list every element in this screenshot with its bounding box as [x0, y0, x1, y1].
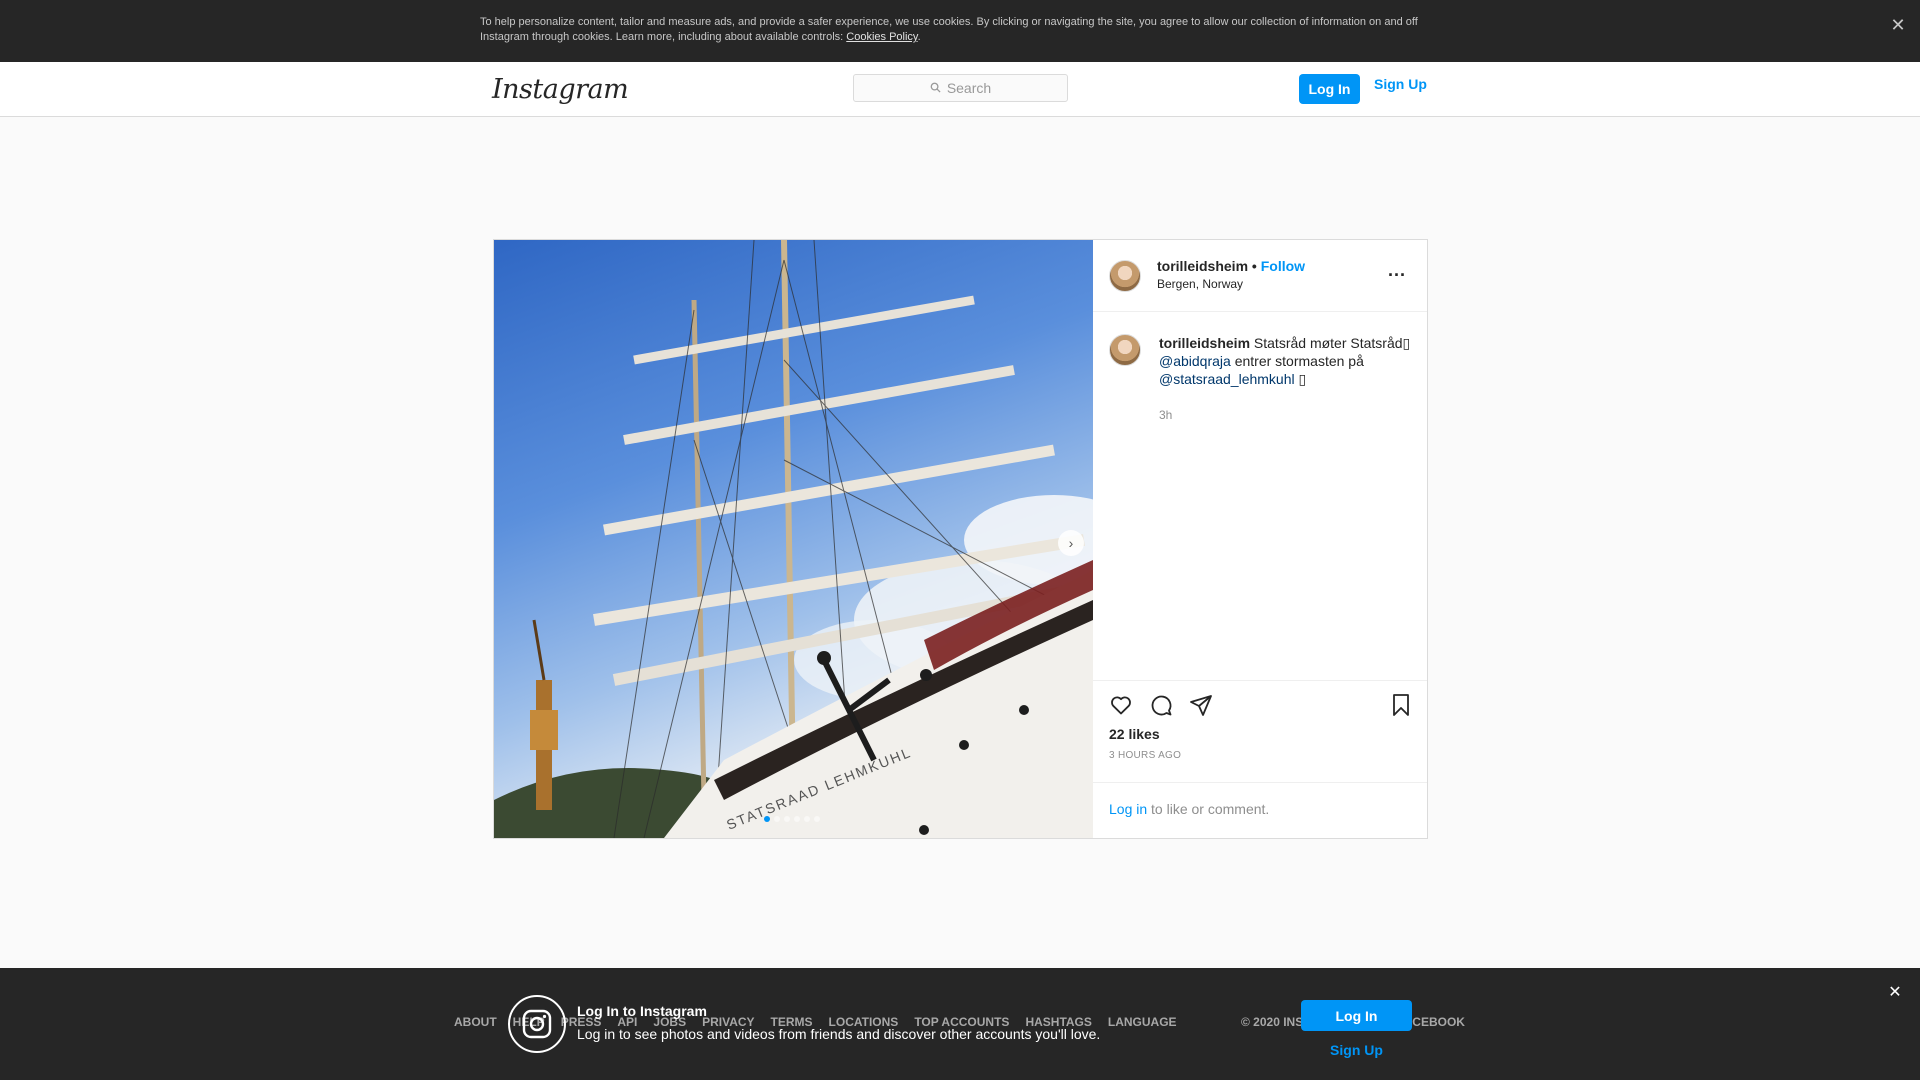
comment-icon[interactable]: [1149, 693, 1173, 717]
post-image[interactable]: STATSRAAD LEHMKUHL ›: [494, 240, 1093, 838]
search-placeholder: Search: [946, 80, 992, 96]
heart-icon[interactable]: [1109, 693, 1133, 717]
carousel-dot: [774, 816, 780, 822]
more-options-icon[interactable]: ...: [1388, 260, 1406, 281]
post-card: STATSRAAD LEHMKUHL › torilleidsheim • Fo…: [493, 239, 1428, 839]
top-nav: Instagram Search Log In Sign Up: [0, 62, 1920, 117]
cookie-text: To help personalize content, tailor and …: [480, 16, 1418, 43]
sailing-ship-photo: STATSRAAD LEHMKUHL: [494, 240, 1093, 838]
carousel-dot: [764, 816, 770, 822]
login-button[interactable]: Log In: [1299, 74, 1360, 104]
cookie-banner: To help personalize content, tailor and …: [0, 0, 1920, 62]
post-sidebar: torilleidsheim • Follow Bergen, Norway .…: [1093, 240, 1427, 838]
post-caption: torilleidsheim Statsråd møter Statsråd▯ …: [1093, 312, 1427, 610]
bookmark-icon[interactable]: [1389, 693, 1413, 717]
separator: •: [1248, 258, 1261, 274]
close-icon[interactable]: ✕: [1888, 15, 1908, 35]
location-link[interactable]: Bergen, Norway: [1157, 277, 1243, 291]
post-author: torilleidsheim • Follow: [1157, 258, 1305, 274]
mention-link[interactable]: @abidqraja: [1159, 353, 1231, 369]
instagram-glyph-icon: [508, 995, 566, 1053]
carousel-dot: [804, 816, 810, 822]
banner-signup-link[interactable]: Sign Up: [1301, 1042, 1412, 1058]
post-actions: 22 likes 3 HOURS AGO: [1093, 680, 1427, 780]
avatar[interactable]: [1109, 260, 1141, 292]
caption-text: torilleidsheim Statsråd møter Statsråd▯ …: [1159, 335, 1411, 387]
carousel-dot: [794, 816, 800, 822]
cookie-message: To help personalize content, tailor and …: [480, 16, 1418, 43]
close-icon[interactable]: ✕: [1885, 983, 1905, 1003]
caption-username[interactable]: torilleidsheim: [1159, 335, 1250, 351]
banner-title: Log In to Instagram: [577, 1003, 707, 1019]
caption-time: 3h: [1159, 408, 1173, 422]
avatar[interactable]: [1109, 334, 1141, 366]
banner-login-button[interactable]: Log In: [1301, 1000, 1412, 1031]
login-link[interactable]: Log in: [1109, 801, 1147, 817]
carousel-dot: [784, 816, 790, 822]
cookies-policy-link[interactable]: Cookies Policy: [846, 31, 917, 43]
share-icon[interactable]: [1189, 693, 1213, 717]
instagram-logo[interactable]: Instagram: [492, 74, 629, 105]
carousel-indicator: [764, 816, 820, 822]
signup-link[interactable]: Sign Up: [1374, 76, 1427, 92]
login-prompt: Log in to like or comment.: [1093, 782, 1427, 838]
login-banner: ABOUT HELP PRESS API JOBS PRIVACY TERMS LOCATIO…: [0, 968, 1920, 1080]
post-timestamp: 3 HOURS AGO: [1109, 750, 1182, 761]
likes-count[interactable]: 22 likes: [1109, 726, 1160, 742]
banner-subtitle: Log in to see photos and videos from fri…: [577, 1026, 1101, 1042]
mention-link[interactable]: @statsraad_lehmkuhl: [1159, 371, 1295, 387]
follow-button[interactable]: Follow: [1261, 258, 1305, 274]
author-username-link[interactable]: torilleidsheim: [1157, 258, 1248, 274]
footer-link[interactable]: LANGUAGE: [1108, 1015, 1177, 1029]
post-header: torilleidsheim • Follow Bergen, Norway .…: [1093, 240, 1427, 312]
carousel-dot: [814, 816, 820, 822]
search-input[interactable]: Search: [853, 74, 1068, 102]
search-icon: [930, 80, 941, 96]
footer-link[interactable]: ABOUT: [454, 1015, 497, 1029]
carousel-next-button[interactable]: ›: [1058, 530, 1084, 556]
